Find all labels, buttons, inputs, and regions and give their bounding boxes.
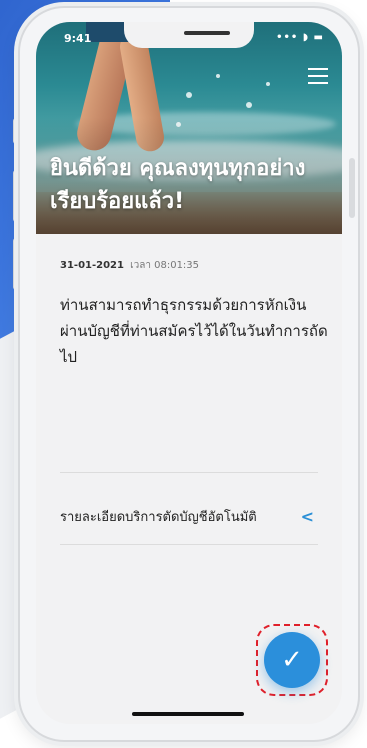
auto-debit-details-label: รายละเอียดบริการตัดบัญชีอัตโนมัติ xyxy=(60,509,257,525)
phone-screen: ยินดีด้วย คุณลงทุนทุกอย่างเรียบร้อยแล้ว!… xyxy=(36,22,342,724)
home-indicator xyxy=(132,712,244,716)
phone-power-button xyxy=(349,158,355,218)
transaction-date: 31-01-2021 xyxy=(60,260,124,271)
status-icons: ••• ◗ ▬ xyxy=(276,32,324,43)
page: ยินดีด้วย คุณลงทุนทุกอย่างเรียบร้อยแล้ว!… xyxy=(0,0,367,748)
auto-debit-details-link[interactable]: รายละเอียดบริการตัดบัญชีอัตโนมัติ < xyxy=(60,500,318,532)
check-icon: ✓ xyxy=(281,645,303,675)
chevron-left-icon[interactable]: < xyxy=(301,507,314,526)
menu-icon[interactable] xyxy=(308,68,328,84)
transaction-time: เวลา 08:01:35 xyxy=(130,260,200,271)
success-message: ท่านสามารถทำธุรกรรมด้วยการหักเงินผ่านบัญ… xyxy=(60,296,328,366)
status-bar: 9:41 ••• ◗ ▬ xyxy=(36,22,342,54)
divider xyxy=(60,544,318,545)
confirm-button[interactable]: ✓ xyxy=(264,632,320,688)
status-time: 9:41 xyxy=(64,32,92,45)
divider xyxy=(60,472,318,473)
phone-notch xyxy=(124,22,254,48)
transaction-datetime: 31-01-2021 เวลา 08:01:35 xyxy=(60,258,199,273)
hero-title: ยินดีด้วย คุณลงทุนทุกอย่างเรียบร้อยแล้ว! xyxy=(50,156,306,214)
speaker-grille xyxy=(184,31,230,35)
